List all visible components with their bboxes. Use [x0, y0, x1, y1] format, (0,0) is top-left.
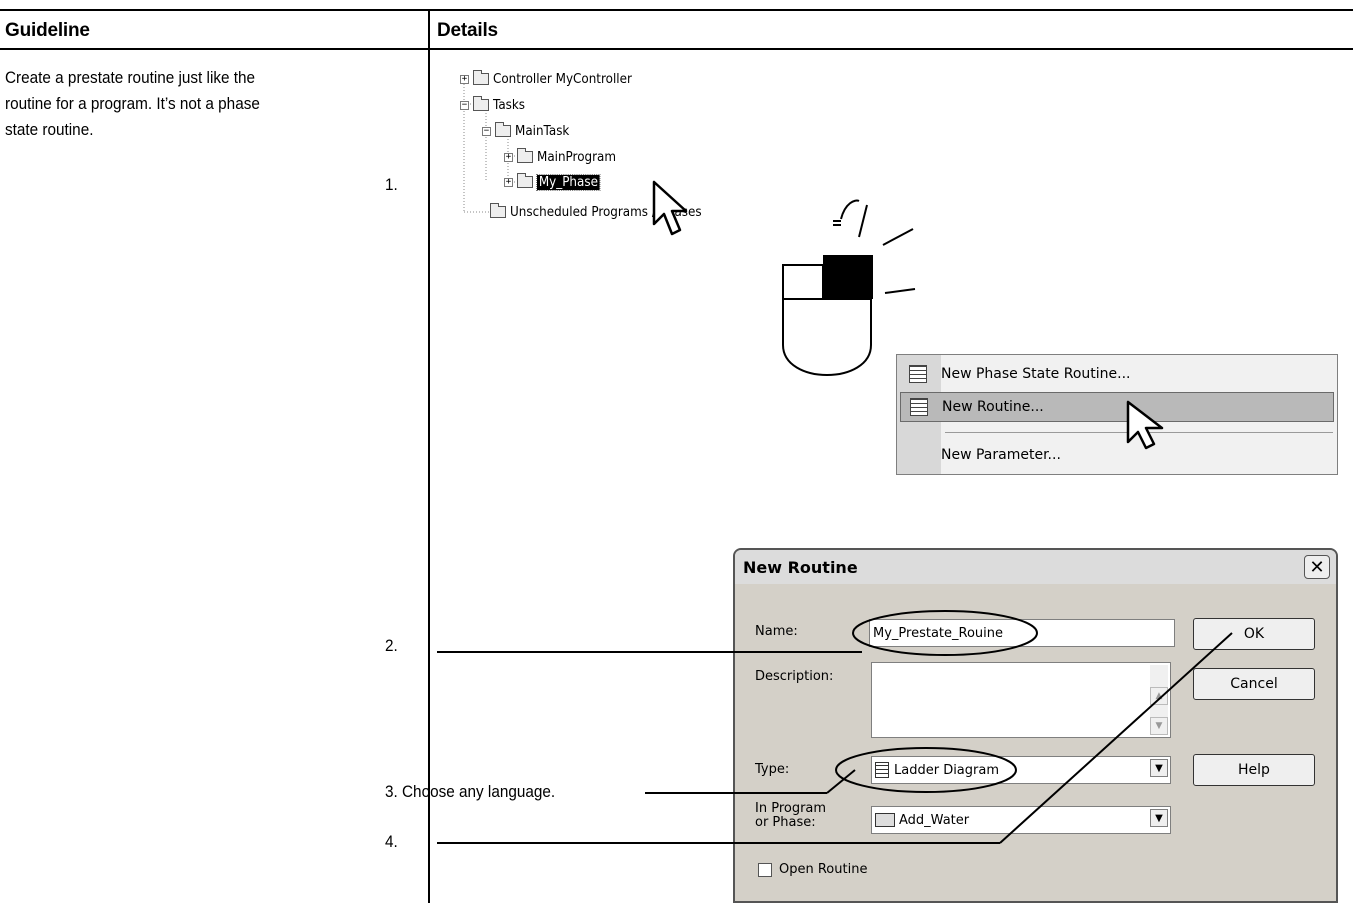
callout-overlay — [437, 610, 1233, 844]
